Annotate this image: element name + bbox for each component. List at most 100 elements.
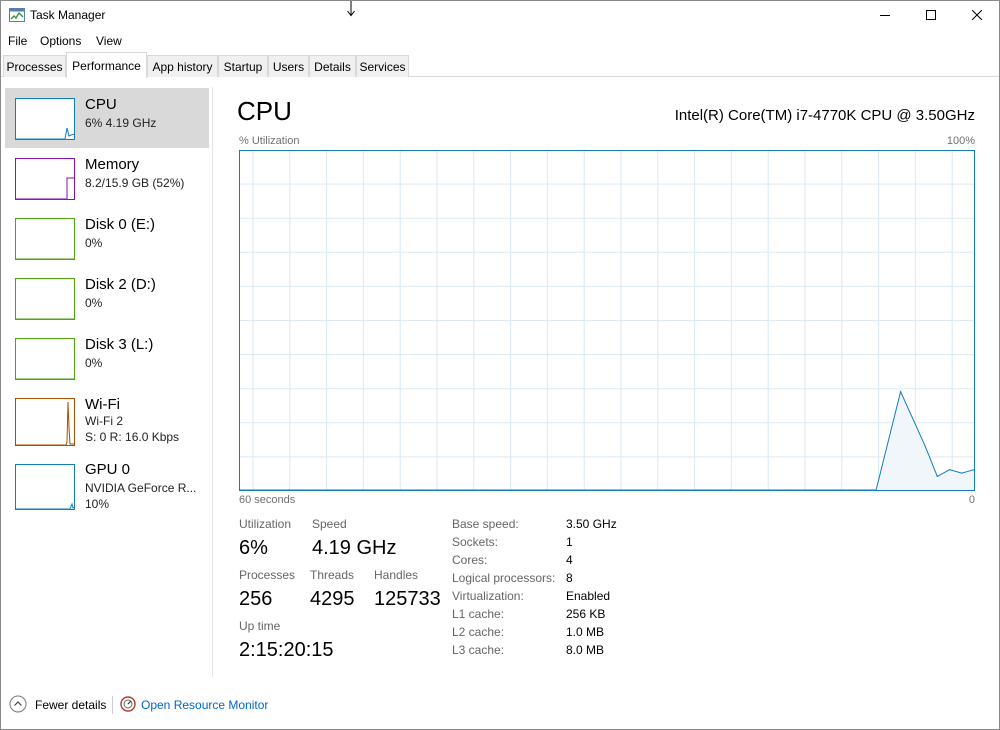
spec-label: Logical processors:	[452, 571, 556, 585]
memory-thumbnail-graph	[15, 158, 75, 200]
spec-value: 4	[566, 553, 573, 567]
speed-value: 4.19 GHz	[312, 537, 397, 559]
collapse-arrow-icon[interactable]	[9, 695, 27, 713]
footer-bar: Fewer details Open Resource Monitor	[0, 690, 1000, 720]
spec-value: 8	[566, 571, 573, 585]
sidebar-item-cpu[interactable]: CPU 6% 4.19 GHz	[5, 88, 209, 148]
sidebar-item-disk-2[interactable]: Disk 2 (D:) 0%	[5, 268, 209, 328]
window-title: Task Manager	[30, 8, 106, 22]
spec-label: Sockets:	[452, 535, 499, 549]
tab-details[interactable]: Details	[309, 55, 356, 77]
tab-performance[interactable]: Performance	[66, 52, 147, 78]
cpu-usage-point	[789, 489, 792, 491]
sidebar-item-title: Memory	[85, 156, 140, 173]
thumbnail-frame	[15, 158, 75, 200]
sidebar-item-detail: 10%	[85, 497, 110, 511]
sidebar-item-title: Disk 0 (E:)	[85, 216, 156, 233]
minimize-button[interactable]	[862, 0, 908, 30]
close-button[interactable]	[954, 0, 1000, 30]
close-icon	[972, 10, 982, 20]
tab-services[interactable]: Services	[356, 55, 409, 77]
tab-bar: Processes Performance App history Startu…	[0, 52, 1000, 78]
thumbnail-frame	[15, 398, 75, 446]
disk-2-thumbnail-graph	[15, 278, 75, 320]
spec-label: L2 cache:	[452, 625, 505, 639]
wifi-thumbnail-graph	[15, 398, 75, 446]
menu-bar: File Options View	[0, 31, 1000, 51]
utilization-label: Utilization	[239, 517, 292, 531]
minimize-icon	[880, 15, 890, 16]
cpu-usage-point	[875, 489, 877, 491]
tab-app-history[interactable]: App history	[147, 55, 218, 77]
thumbnail-frame	[15, 464, 75, 510]
fewer-details-button[interactable]: Fewer details	[35, 698, 106, 712]
thumbnail-frame	[15, 278, 75, 320]
cpu-utilization-graph	[239, 150, 975, 491]
handles-label: Handles	[374, 568, 419, 582]
cpu-model-name: Intel(R) Core(TM) i7-4770K CPU @ 3.50GHz	[674, 107, 975, 124]
thumbnail-frame	[15, 218, 75, 260]
cpu-usage-point	[422, 489, 425, 491]
sidebar-item-title: CPU	[85, 96, 117, 113]
cpu-usage-point	[924, 445, 926, 447]
spec-value: 8.0 MB	[566, 643, 605, 657]
cpu-usage-point	[900, 391, 902, 393]
sidebar-item-gpu-0[interactable]: GPU 0 NVIDIA GeForce R... 10%	[5, 456, 209, 516]
cpu-usage-point	[728, 489, 730, 491]
maximize-icon	[926, 10, 936, 20]
x-axis-min: 0	[968, 494, 975, 506]
uptime-value: 2:15:20:15	[239, 639, 334, 661]
disk-3-thumbnail-graph	[15, 338, 75, 380]
cpu-usage-point	[484, 489, 486, 491]
threads-label: Threads	[310, 568, 355, 582]
cpu-usage-point	[606, 489, 608, 491]
title-bar[interactable]: Task Manager	[0, 0, 1000, 30]
resize-cursor-icon	[347, 0, 355, 17]
resource-monitor-icon	[120, 696, 136, 712]
cpu-usage-point	[948, 469, 951, 471]
spec-value: 1.0 MB	[566, 625, 605, 639]
tab-processes[interactable]: Processes	[3, 55, 66, 77]
cpu-usage-point	[667, 489, 669, 491]
sidebar-item-title: Disk 3 (L:)	[85, 336, 154, 353]
menu-file[interactable]: File	[8, 34, 27, 48]
sidebar-item-memory[interactable]: Memory 8.2/15.9 GB (52%)	[5, 148, 209, 208]
spec-value: 1	[566, 535, 573, 549]
tab-users[interactable]: Users	[268, 55, 309, 77]
speed-label: Speed	[312, 517, 347, 531]
task-manager-icon	[9, 8, 25, 22]
footer-divider	[112, 696, 113, 714]
spec-label: L1 cache:	[452, 607, 505, 621]
y-axis-label: % Utilization	[239, 135, 300, 147]
sidebar-item-subtitle: 8.2/15.9 GB (52%)	[85, 176, 185, 190]
y-axis-max: 100%	[946, 135, 975, 147]
cpu-usage-point	[239, 489, 241, 491]
cpu-thumbnail-graph	[15, 98, 75, 140]
spec-value: Enabled	[566, 589, 611, 603]
utilization-value: 6%	[239, 537, 268, 559]
cpu-usage-point	[973, 469, 975, 471]
spec-value: 256 KB	[566, 607, 606, 621]
spec-label: Virtualization:	[452, 589, 524, 603]
menu-view[interactable]: View	[96, 34, 122, 48]
sidebar-item-wifi[interactable]: Wi-Fi Wi-Fi 2 S: 0 R: 16.0 Kbps	[5, 388, 209, 452]
sidebar-item-disk-0[interactable]: Disk 0 (E:) 0%	[5, 208, 209, 268]
menu-options[interactable]: Options	[40, 34, 81, 48]
sidebar-item-subtitle: 0%	[85, 356, 103, 370]
sidebar-item-subtitle: NVIDIA GeForce R...	[85, 481, 197, 495]
sidebar-item-subtitle: 0%	[85, 236, 103, 250]
tab-startup[interactable]: Startup	[218, 55, 268, 77]
x-axis-label: 60 seconds	[239, 494, 296, 506]
open-resource-monitor-link[interactable]: Open Resource Monitor	[141, 698, 268, 712]
sidebar-item-detail: S: 0 R: 16.0 Kbps	[85, 430, 180, 444]
cpu-usage-point	[545, 489, 547, 491]
spec-label: L3 cache:	[452, 643, 505, 657]
cpu-usage-point	[961, 472, 963, 474]
sidebar-item-disk-3[interactable]: Disk 3 (L:) 0%	[5, 328, 209, 388]
spec-label: Cores:	[452, 553, 488, 567]
spec-value: 3.50 GHz	[566, 517, 617, 531]
handles-value: 125733	[374, 588, 441, 610]
maximize-button[interactable]	[908, 0, 954, 30]
sidebar-item-subtitle: Wi-Fi 2	[85, 414, 123, 428]
cpu-usage-point	[361, 489, 363, 491]
